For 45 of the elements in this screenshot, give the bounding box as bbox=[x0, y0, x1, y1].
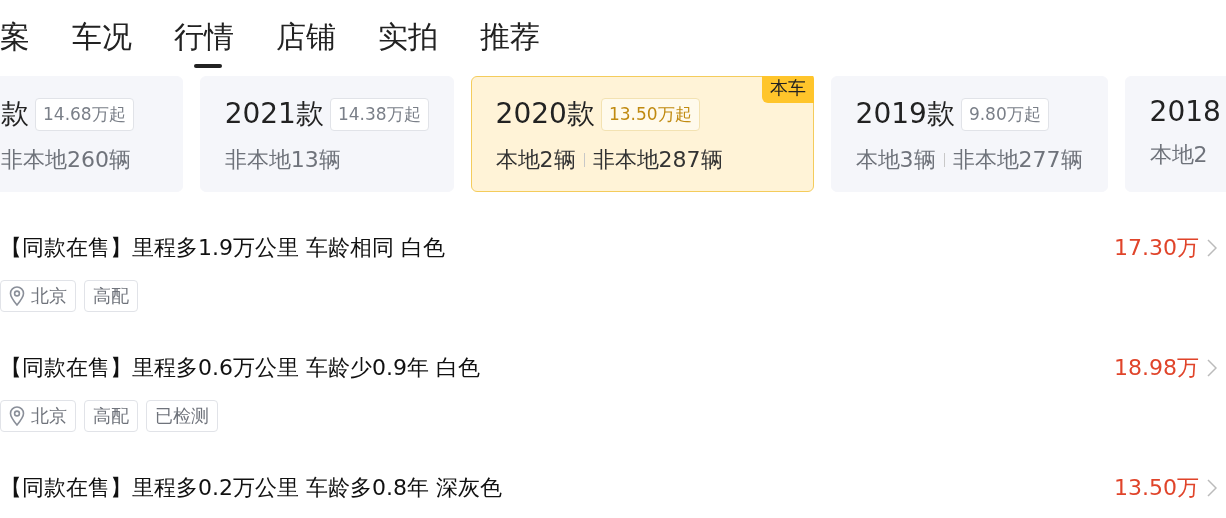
model-year-card[interactable]: 2019款 9.80万起 本地3辆 非本地277辆 bbox=[830, 76, 1108, 192]
tag-label: 北京 bbox=[31, 404, 67, 428]
tab-underline bbox=[194, 64, 222, 68]
chevron-right-icon bbox=[1207, 479, 1217, 497]
tag-label: 高配 bbox=[93, 404, 129, 428]
model-year: 2021款 bbox=[224, 96, 324, 132]
starting-price: 9.80万起 bbox=[960, 97, 1049, 131]
tab[interactable]: 推荐 bbox=[480, 16, 540, 68]
starting-price: 14.68万起 bbox=[35, 97, 134, 131]
location-pin-icon bbox=[9, 406, 25, 426]
listing-price: 18.98万 bbox=[1114, 354, 1199, 382]
tab[interactable]: 案 bbox=[0, 16, 30, 68]
location-pin-icon bbox=[9, 286, 25, 306]
starting-price: 14.38万起 bbox=[329, 97, 429, 131]
listing-title[interactable]: 【同款在售】里程多0.6万公里 车龄少0.9年 白色 bbox=[0, 353, 1114, 383]
model-year: 2018 bbox=[1149, 95, 1221, 128]
chevron-right-icon bbox=[1207, 239, 1217, 257]
tab[interactable]: 店铺 bbox=[276, 16, 336, 68]
listing-count: 本地2 bbox=[1149, 141, 1208, 169]
chevron-right-icon bbox=[1207, 359, 1217, 377]
model-year-card[interactable]: 2018 本地2 bbox=[1124, 76, 1226, 192]
tag-label: 北京 bbox=[31, 284, 67, 308]
listing-count: 本地2辆 bbox=[495, 146, 576, 174]
listing-count: 非本地287辆 bbox=[592, 146, 723, 174]
current-car-badge: 本车 bbox=[761, 76, 814, 103]
listing-title[interactable]: 【同款在售】里程多1.9万公里 车龄相同 白色 bbox=[0, 233, 1114, 263]
model-year: 款 bbox=[1, 96, 29, 132]
starting-price: 13.50万起 bbox=[600, 97, 700, 131]
listing-count: 非本地13辆 bbox=[224, 146, 341, 174]
listing-count: 本地3辆 bbox=[855, 146, 936, 174]
model-year: 2019款 bbox=[855, 96, 955, 132]
model-year-card[interactable]: 2020款 13.50万起 本地2辆 非本地287辆 本车 bbox=[470, 76, 814, 192]
model-year: 2020款 bbox=[495, 96, 595, 132]
listing-price: 17.30万 bbox=[1114, 234, 1199, 262]
model-year-card[interactable]: 款 14.68万起 非本地260辆 bbox=[0, 76, 183, 192]
tag-label: 高配 bbox=[93, 284, 129, 308]
model-year-card[interactable]: 2021款 14.38万起 非本地13辆 bbox=[199, 76, 454, 192]
listing-title[interactable]: 【同款在售】里程多0.2万公里 车龄多0.8年 深灰色 bbox=[0, 473, 1114, 503]
tab[interactable]: 行情 bbox=[174, 16, 234, 68]
listing-price: 13.50万 bbox=[1114, 474, 1199, 502]
listing-count: 非本地277辆 bbox=[952, 146, 1083, 174]
tab[interactable]: 车况 bbox=[72, 16, 132, 68]
tag-label: 已检测 bbox=[155, 404, 209, 428]
listing-count: 非本地260辆 bbox=[1, 146, 131, 174]
tab[interactable]: 实拍 bbox=[378, 16, 438, 68]
